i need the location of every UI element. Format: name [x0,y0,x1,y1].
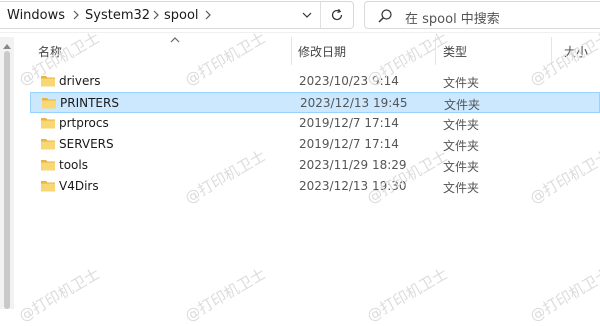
chevron-right-icon[interactable] [202,8,214,22]
navigation-pane-scrollbar[interactable] [0,37,14,309]
column-divider[interactable] [291,37,292,65]
search-icon [377,8,393,24]
chevron-right-icon[interactable] [150,8,162,22]
address-bar[interactable]: Windows System32 spool [0,1,354,29]
scroll-up-icon[interactable] [3,40,11,49]
refresh-icon[interactable] [322,2,352,28]
file-name: tools [59,158,88,172]
watermark: @打印机卫士 [526,264,600,326]
file-name: SERVERS [59,137,114,151]
column-size[interactable]: 大小 [564,43,588,60]
folder-icon [40,73,56,89]
watermark: @打印机卫士 [363,264,451,326]
file-date: 2019/12/7 17:14 [299,116,399,130]
file-name: drivers [59,74,101,88]
divider [320,2,321,28]
folder-icon [40,178,56,194]
list-item[interactable]: SERVERS 2019/12/7 17:14 文件夹 [30,134,600,155]
file-date: 2023/12/13 19:45 [300,96,408,110]
folder-icon [40,136,56,152]
address-history-chevron-down-icon[interactable] [294,2,320,28]
file-date: 2023/12/13 19:30 [299,179,407,193]
file-type: 文件夹 [443,160,480,174]
breadcrumb-spool[interactable]: spool [164,8,199,23]
search-input[interactable]: 在 spool 中搜索 [405,8,500,27]
file-type: 文件夹 [443,181,480,195]
toolbar: Windows System32 spool 在 spool 中搜索 [0,0,600,33]
list-item[interactable]: prtprocs 2019/12/7 17:14 文件夹 [30,113,600,134]
file-name: PRINTERS [60,96,119,110]
list-item[interactable]: V4Dirs 2023/12/13 19:30 文件夹 [30,176,600,197]
file-date: 2023/10/23 9:14 [299,74,399,88]
folder-icon [40,157,56,173]
breadcrumb-windows[interactable]: Windows [7,8,65,23]
file-type: 文件夹 [444,98,481,112]
watermark: @打印机卫士 [181,264,269,326]
file-date: 2019/12/7 17:14 [299,137,399,151]
file-name: prtprocs [59,116,109,130]
column-divider[interactable] [551,37,552,65]
sort-ascending-icon [170,33,180,43]
file-name: V4Dirs [59,179,99,193]
folder-icon [41,95,57,111]
column-type[interactable]: 类型 [443,43,467,60]
column-divider[interactable] [435,37,436,65]
scrollbar-thumb[interactable] [4,51,10,309]
column-name[interactable]: 名称 [38,43,62,60]
watermark: @打印机卫士 [15,264,103,326]
column-date-modified[interactable]: 修改日期 [298,43,346,60]
chevron-right-icon[interactable] [70,8,82,22]
list-item[interactable]: drivers 2023/10/23 9:14 文件夹 [30,71,600,92]
file-type: 文件夹 [443,118,480,132]
list-item-selected[interactable]: PRINTERS 2023/12/13 19:45 文件夹 [30,92,600,113]
list-item[interactable]: tools 2023/11/29 18:29 文件夹 [30,155,600,176]
file-type: 文件夹 [443,76,480,90]
breadcrumb-system32[interactable]: System32 [85,8,150,23]
file-date: 2023/11/29 18:29 [299,158,407,172]
search-box[interactable]: 在 spool 中搜索 [364,1,600,29]
column-header: 名称 修改日期 类型 大小 [14,37,600,65]
folder-icon [40,115,56,131]
file-type: 文件夹 [443,139,480,153]
